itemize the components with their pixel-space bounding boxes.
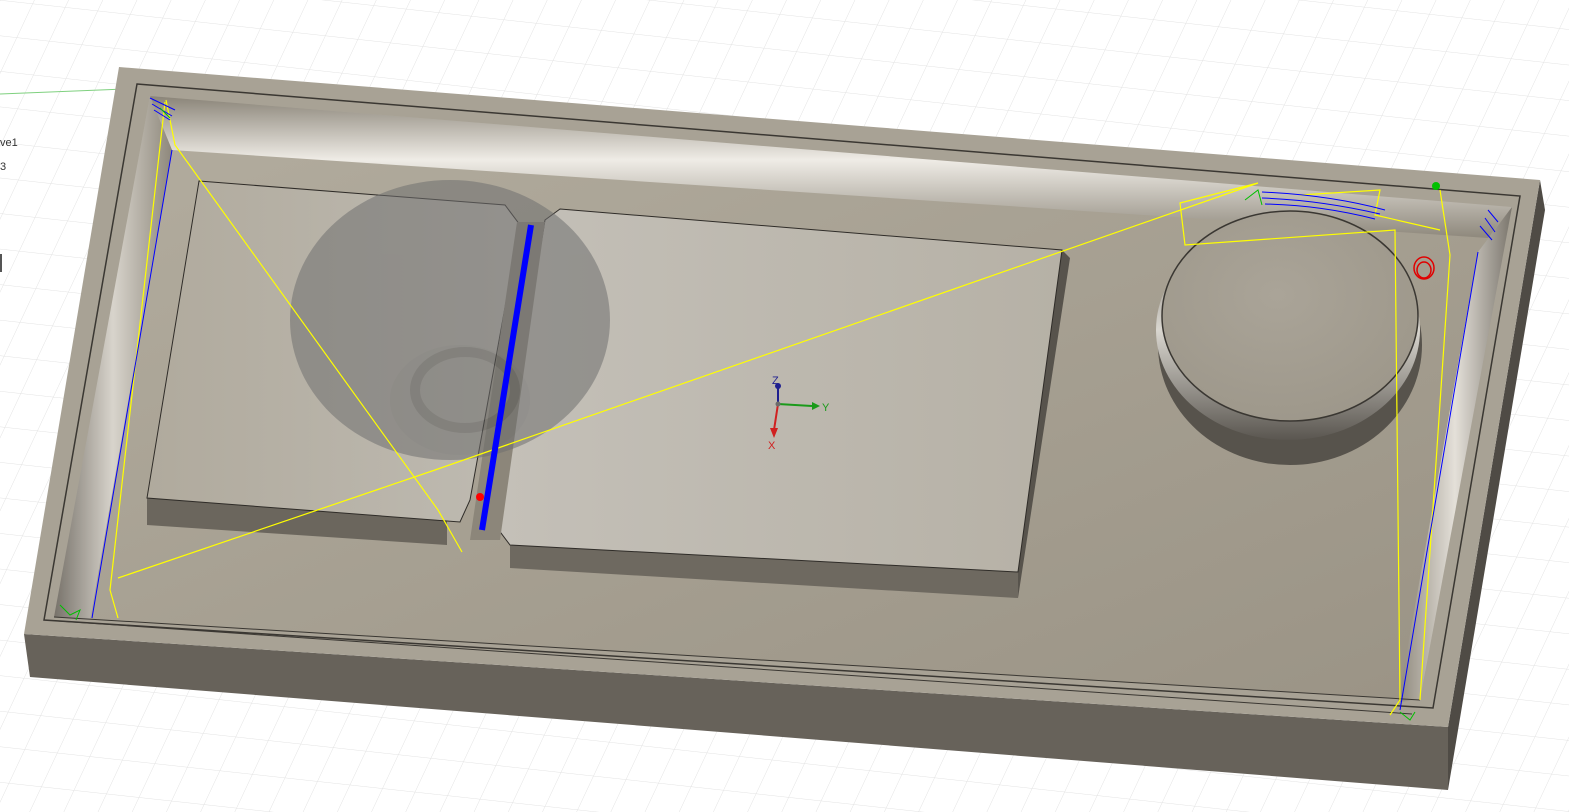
triad-z-label: Z (772, 375, 779, 387)
3d-viewport[interactable]: Z Y X (0, 0, 1569, 812)
browser-panel-edge-marker (0, 254, 2, 272)
tool-end-marker (1432, 182, 1440, 190)
triad-origin (775, 401, 781, 407)
circular-boss[interactable] (1156, 210, 1422, 465)
triad-y-label: Y (822, 402, 830, 414)
tool-holder-ghost (290, 180, 610, 460)
browser-item-fragment-2[interactable]: 3 (0, 161, 6, 173)
browser-item-fragment-1[interactable]: ve1 (0, 137, 18, 149)
boss-top (1161, 210, 1419, 422)
triad-x-label: X (768, 440, 776, 452)
plunge-start-marker (476, 493, 484, 501)
